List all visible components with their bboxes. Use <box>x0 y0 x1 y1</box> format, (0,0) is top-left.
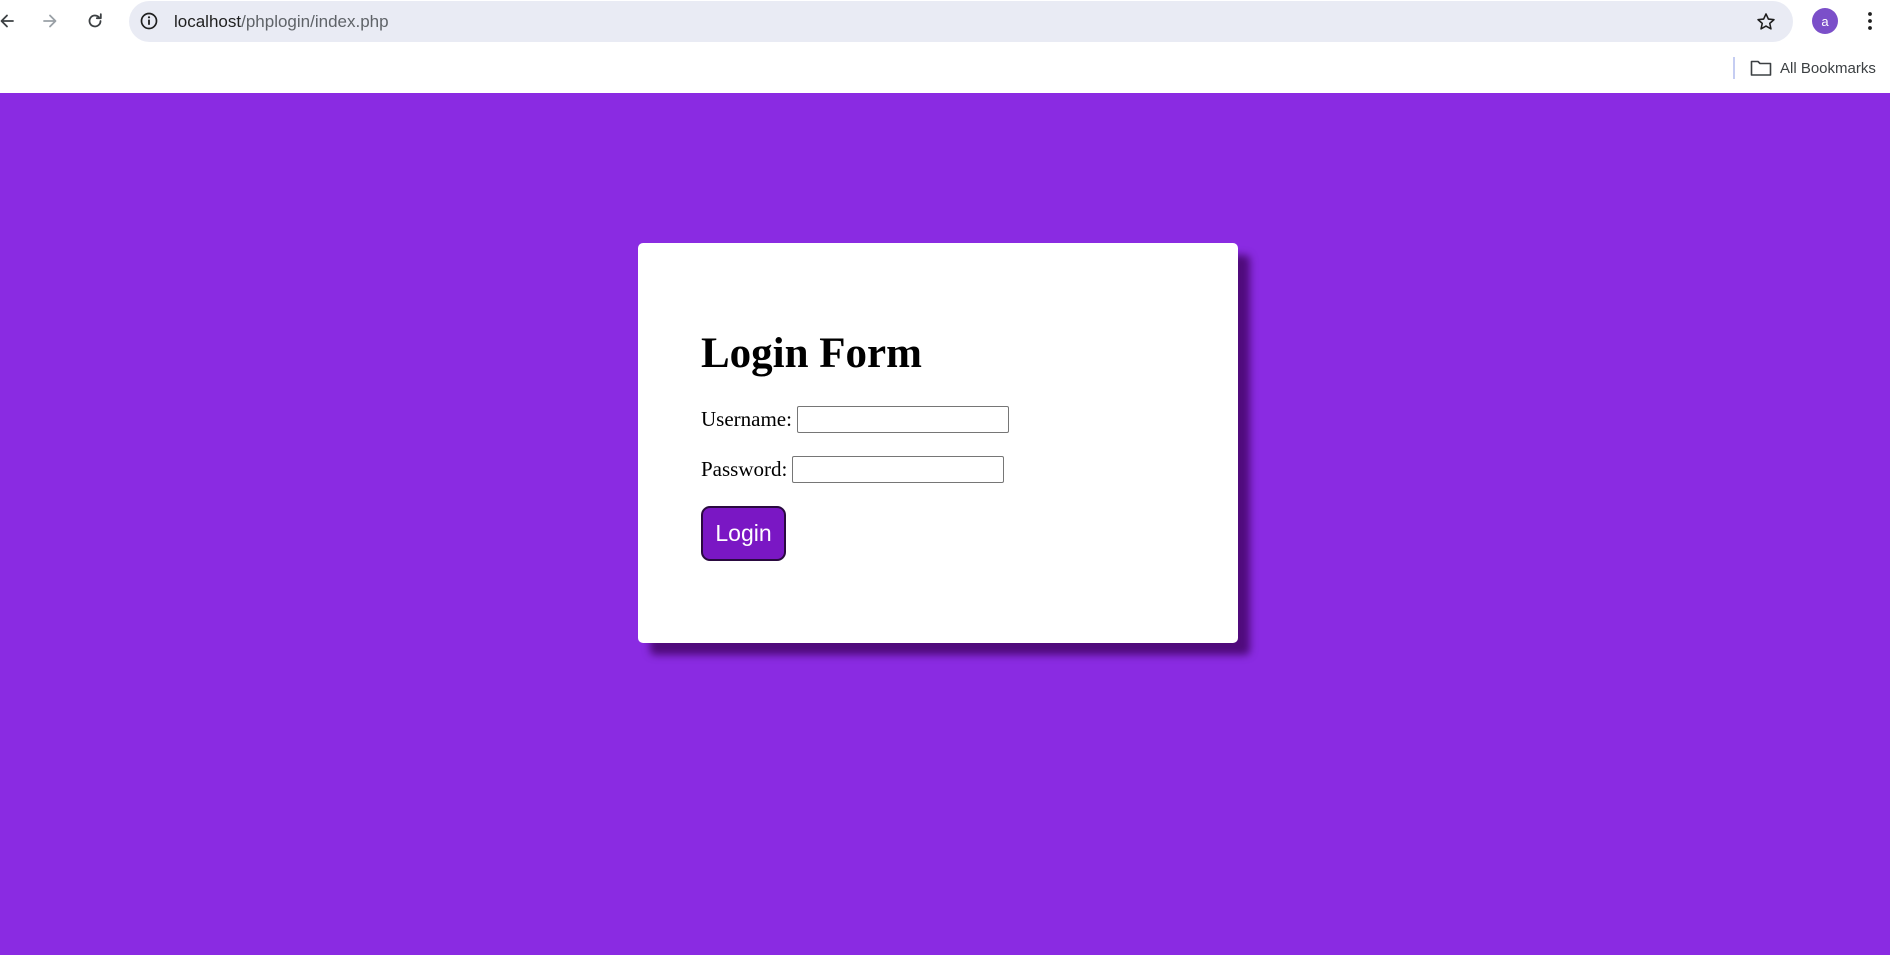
bookmark-star-button[interactable] <box>1753 9 1779 35</box>
folder-icon <box>1750 60 1772 76</box>
password-row: Password: <box>701 456 1005 483</box>
url-path: /phplogin/index.php <box>241 12 389 31</box>
back-button[interactable] <box>0 5 23 37</box>
username-input[interactable] <box>796 406 1009 433</box>
password-input[interactable] <box>792 456 1005 483</box>
login-form-title: Login Form <box>701 330 922 377</box>
browser-menu-button[interactable] <box>1860 6 1880 36</box>
login-button[interactable]: Login <box>701 506 786 561</box>
forward-button[interactable] <box>34 5 66 37</box>
all-bookmarks-label: All Bookmarks <box>1780 59 1876 77</box>
bookmarks-bar: All Bookmarks <box>0 43 1890 93</box>
url-host: localhost <box>174 12 242 31</box>
info-circle-icon <box>140 12 158 30</box>
vertical-dots-icon <box>1868 12 1872 30</box>
username-row: Username: <box>701 406 1009 433</box>
star-icon <box>1757 13 1775 30</box>
reload-button[interactable] <box>79 5 111 37</box>
browser-toolbar: localhost/phplogin/index.php a <box>0 0 1890 43</box>
reload-icon <box>88 13 102 28</box>
username-label: Username: <box>701 407 792 431</box>
login-card: Login Form Username: Password: Login <box>638 243 1238 643</box>
url-text[interactable]: localhost/phplogin/index.php <box>174 1 389 42</box>
address-bar[interactable]: localhost/phplogin/index.php <box>129 1 1793 42</box>
bookmarks-separator <box>1733 57 1735 79</box>
password-label: Password: <box>701 457 788 481</box>
site-info-button[interactable] <box>134 6 164 36</box>
page-viewport: Login Form Username: Password: Login <box>0 93 1890 955</box>
arrow-right-icon <box>43 14 57 28</box>
profile-avatar[interactable]: a <box>1812 8 1838 34</box>
all-bookmarks-button[interactable]: All Bookmarks <box>1750 53 1876 83</box>
arrow-left-icon <box>0 14 14 28</box>
